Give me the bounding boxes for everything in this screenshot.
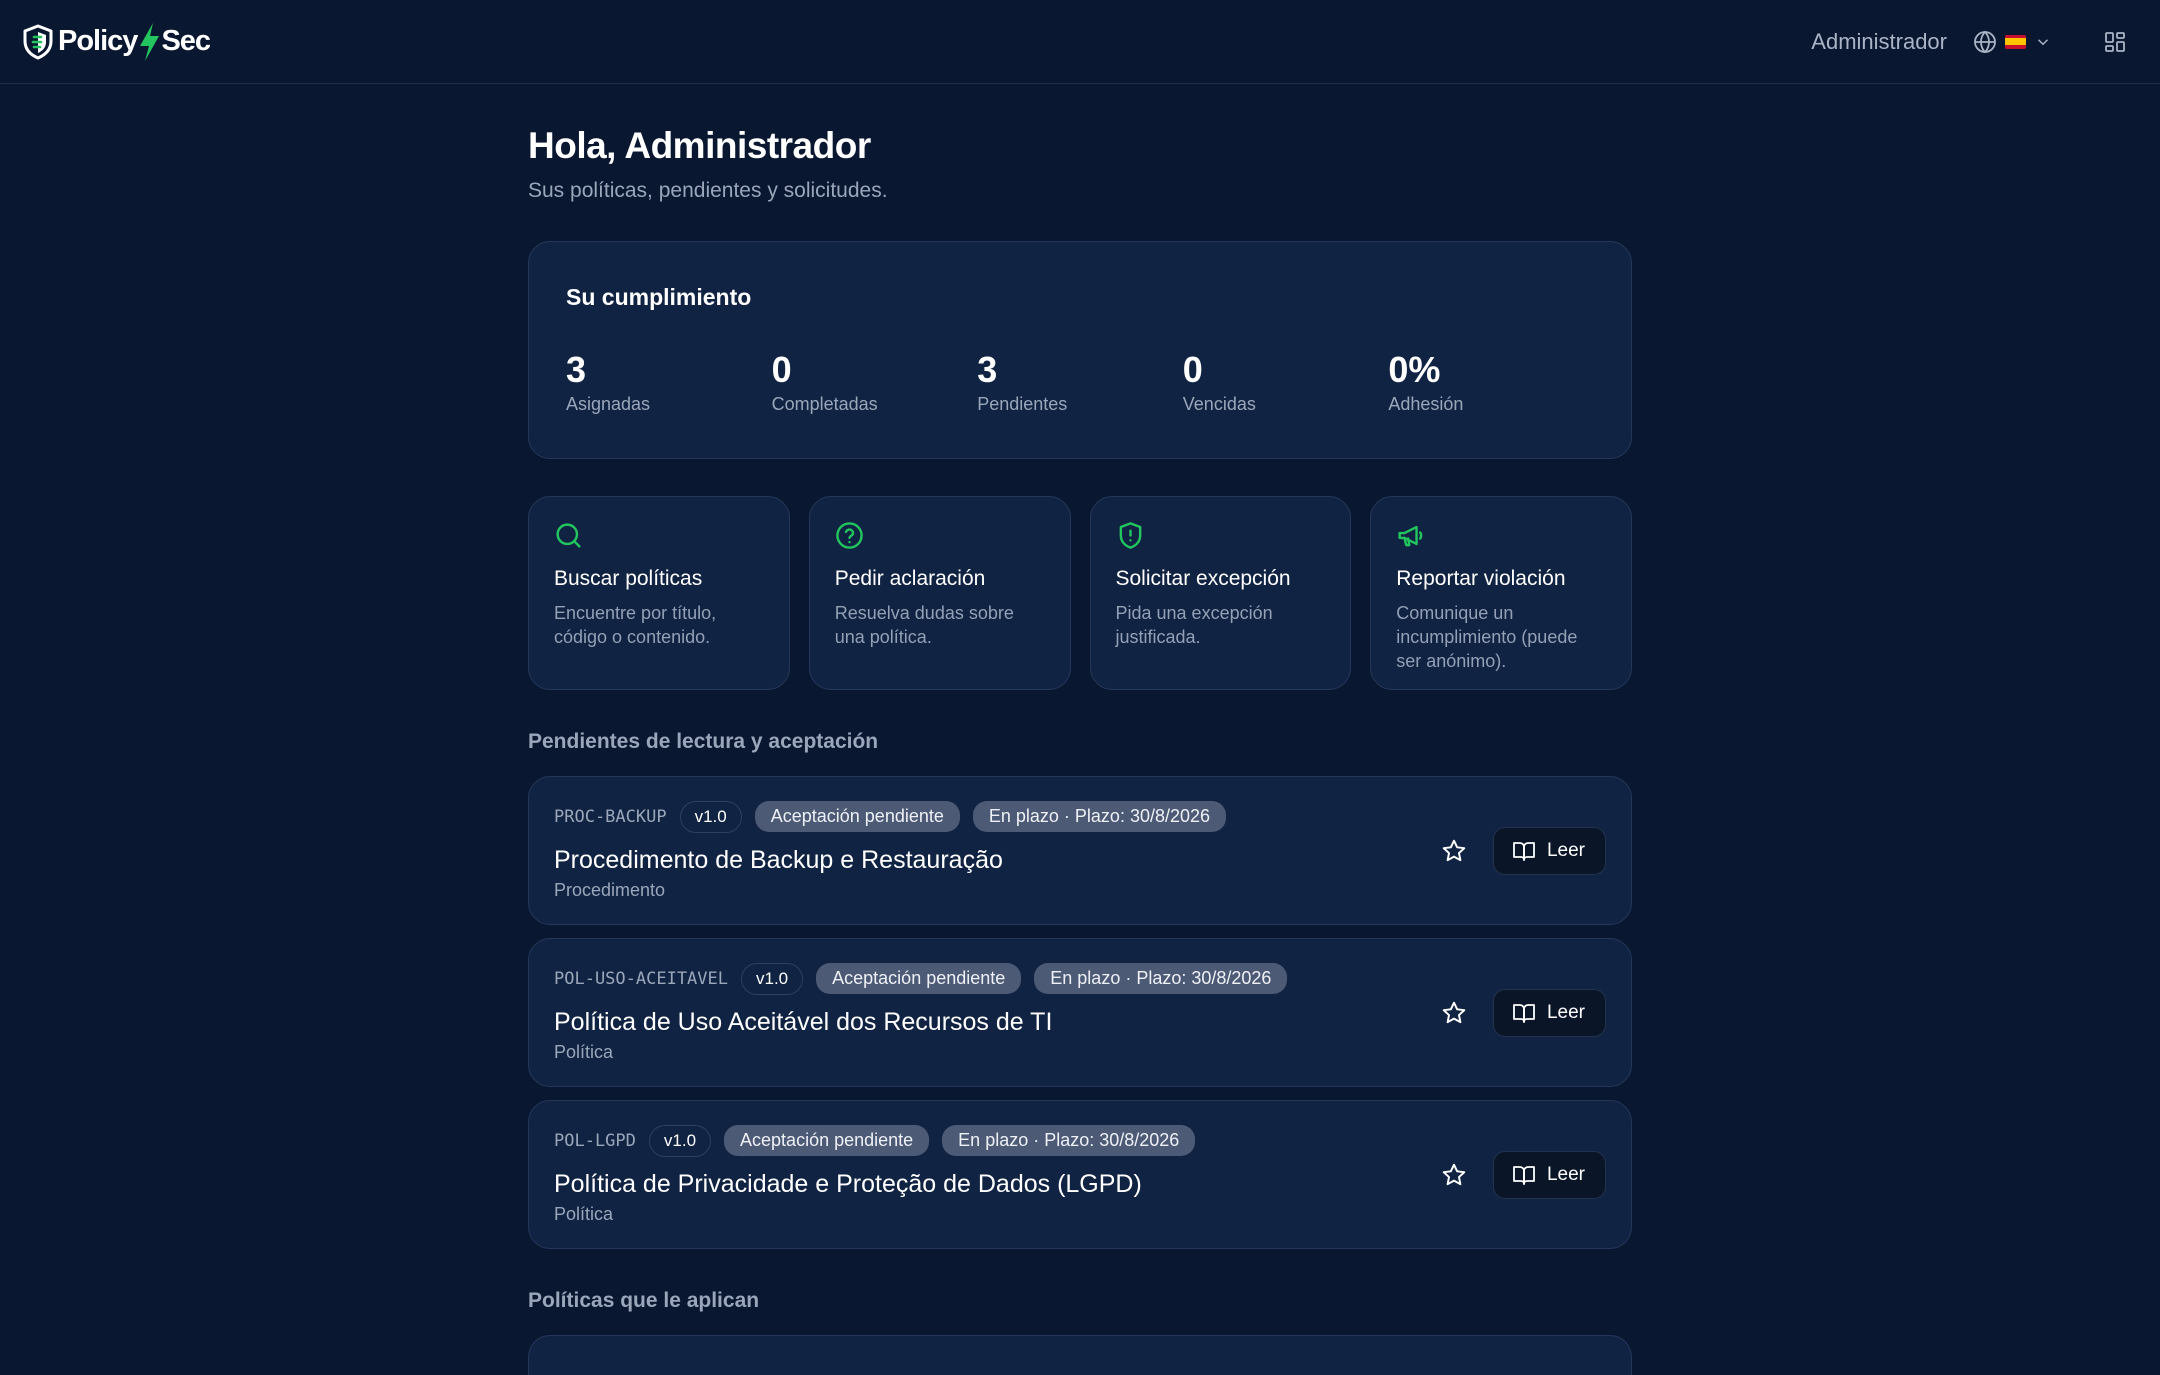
policy-type: Procedimento xyxy=(554,879,666,900)
bolt-logo-icon xyxy=(140,22,160,61)
logo-text-policy: Policy xyxy=(58,25,138,57)
stat-adherence: 0% Adhesión xyxy=(1388,350,1594,415)
policy-type: Política xyxy=(554,1041,614,1062)
stat-label: Asignadas xyxy=(566,394,651,414)
action-ask-clarification[interactable]: Pedir aclaración Resuelva dudas sobre un… xyxy=(808,496,1071,690)
stat-label: Pendientes xyxy=(977,394,1068,414)
language-switcher[interactable] xyxy=(1965,30,2060,54)
shield-logo-icon xyxy=(23,24,53,59)
action-title: Reportar violación xyxy=(1396,567,1566,590)
pending-section-title: Pendientes de lectura y aceptación xyxy=(528,730,879,753)
compliance-title: Su cumplimiento xyxy=(566,284,752,310)
book-open-icon xyxy=(1513,841,1535,861)
list-item[interactable]: POL-USO-ACEITAVEL v1.0 Aceptación pendie… xyxy=(528,938,1632,1087)
deadline-badge: En plazo · Plazo: 30/8/2026 xyxy=(972,801,1227,832)
read-button-label: Leer xyxy=(1546,1001,1585,1023)
status-badge: Aceptación pendiente xyxy=(754,801,960,832)
policy-type: Política xyxy=(554,1203,614,1224)
stat-value: 3 xyxy=(977,349,998,390)
favorite-button[interactable] xyxy=(1437,834,1471,868)
policy-code: PROC-BACKUP xyxy=(554,806,667,827)
favorite-button[interactable] xyxy=(1437,1158,1471,1192)
shield-alert-icon xyxy=(1119,522,1141,549)
read-button-label: Leer xyxy=(1546,839,1585,861)
action-description: Resuelva dudas sobre una política. xyxy=(834,603,1014,647)
page-subtitle: Sus políticas, pendientes y solicitudes. xyxy=(528,179,888,202)
status-badge: Aceptación pendiente xyxy=(816,963,1022,994)
policy-code: POL-USO-ACEITAVEL xyxy=(554,968,728,989)
action-title: Solicitar excepción xyxy=(1115,567,1291,590)
help-circle-icon xyxy=(835,522,863,549)
apps-grid-button[interactable] xyxy=(2098,25,2132,59)
read-button[interactable]: Leer xyxy=(1492,1150,1606,1199)
action-description: Pida una excepción justificada. xyxy=(1115,603,1273,647)
list-item[interactable]: POL-LGPD v1.0 Aceptación pendiente En pl… xyxy=(528,1100,1632,1249)
star-icon xyxy=(1442,1163,1466,1185)
book-open-icon xyxy=(1513,1003,1535,1023)
megaphone-icon xyxy=(1398,525,1423,547)
stat-value: 0% xyxy=(1388,349,1441,390)
stat-pending: 3 Pendientes xyxy=(977,350,1183,415)
action-description: Comunique un incumplimiento (puede ser a… xyxy=(1396,603,1578,671)
deadline-badge: En plazo · Plazo: 30/8/2026 xyxy=(1034,963,1288,994)
spain-flag-icon xyxy=(2005,34,2026,49)
action-description: Encuentre por título, código o contenido… xyxy=(554,603,717,647)
action-request-exception[interactable]: Solicitar excepción Pida una excepción j… xyxy=(1089,496,1352,690)
pending-list: PROC-BACKUP v1.0 Aceptación pendiente En… xyxy=(528,776,1632,1249)
policy-title: Política de Uso Aceitável dos Recursos d… xyxy=(554,1007,1053,1036)
read-button[interactable]: Leer xyxy=(1492,826,1606,875)
star-icon xyxy=(1442,839,1466,861)
applicable-section-title: Políticas que le aplican xyxy=(528,1289,760,1312)
version-badge: v1.0 xyxy=(679,800,742,833)
compliance-stats: 3 Asignadas 0 Completadas 3 Pendientes 0… xyxy=(566,350,1594,415)
status-badge: Aceptación pendiente xyxy=(724,1125,930,1156)
quick-actions: Buscar políticas Encuentre por título, c… xyxy=(528,496,1632,690)
top-bar: Policy Sec Administrador xyxy=(0,0,2160,84)
globe-icon xyxy=(1974,30,1996,53)
star-icon xyxy=(1442,1001,1466,1023)
read-button-label: Leer xyxy=(1546,1163,1585,1185)
stat-label: Completadas xyxy=(771,394,878,414)
book-open-icon xyxy=(1513,1165,1535,1185)
app-logo[interactable]: Policy Sec xyxy=(22,22,211,62)
stat-value: 3 xyxy=(566,349,587,390)
version-badge: v1.0 xyxy=(648,1124,712,1157)
policy-title: Política de Privacidade e Proteção de Da… xyxy=(554,1169,1142,1198)
list-item[interactable]: PROC-BACKUP v1.0 Aceptación pendiente En… xyxy=(528,776,1632,925)
layout-grid-icon xyxy=(2105,31,2125,52)
user-name[interactable]: Administrador xyxy=(1811,29,1947,55)
page-title: Hola, Administrador xyxy=(528,125,871,166)
policy-title: Procedimento de Backup e Restauração xyxy=(554,845,1003,874)
main-content: Hola, Administrador Sus políticas, pendi… xyxy=(528,84,1632,1375)
read-button[interactable]: Leer xyxy=(1492,988,1606,1037)
action-title: Buscar políticas xyxy=(554,567,703,590)
action-search-policies[interactable]: Buscar políticas Encuentre por título, c… xyxy=(528,496,790,690)
stat-value: 0 xyxy=(771,349,792,390)
stat-overdue: 0 Vencidas xyxy=(1183,350,1389,415)
applicable-list-card xyxy=(528,1335,1632,1375)
stat-value: 0 xyxy=(1182,349,1203,390)
version-badge: v1.0 xyxy=(741,962,804,995)
chevron-down-icon xyxy=(2037,38,2049,45)
search-icon xyxy=(556,523,581,548)
deadline-badge: En plazo · Plazo: 30/8/2026 xyxy=(942,1125,1196,1156)
stat-assigned: 3 Asignadas xyxy=(566,350,772,415)
policy-code: POL-LGPD xyxy=(554,1130,636,1151)
logo-text-sec: Sec xyxy=(161,25,211,57)
stat-completed: 0 Completadas xyxy=(772,350,978,415)
stat-label: Adhesión xyxy=(1388,394,1464,414)
action-title: Pedir aclaración xyxy=(834,567,986,590)
favorite-button[interactable] xyxy=(1437,996,1471,1030)
action-report-violation[interactable]: Reportar violación Comunique un incumpli… xyxy=(1370,496,1632,690)
stat-label: Vencidas xyxy=(1182,394,1256,414)
compliance-card: Su cumplimiento 3 Asignadas 0 Completada… xyxy=(528,241,1632,459)
